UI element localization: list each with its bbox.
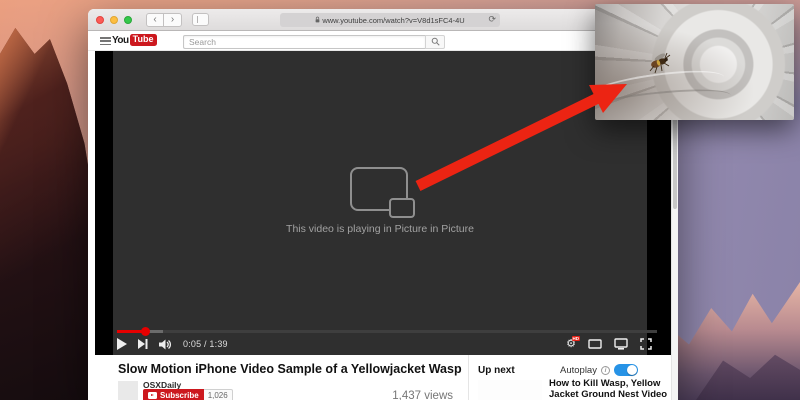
lock-icon (315, 16, 320, 25)
address-bar[interactable]: www.youtube.com/watch?v=V8d1sFC4-4U ⟳ (280, 13, 500, 27)
suggested-video-title[interactable]: How to Kill Wasp, Yellow Jacket Ground N… (549, 378, 671, 400)
progress-bar[interactable] (117, 327, 657, 336)
youtube-logo[interactable]: You Tube (112, 34, 157, 46)
subscribe-logo-icon (148, 392, 157, 399)
close-window-button[interactable] (96, 15, 104, 24)
subscriber-count: 1,026 (203, 389, 233, 400)
subscribe-button[interactable]: Subscribe (143, 389, 204, 400)
suggested-video-thumbnail[interactable] (478, 380, 542, 400)
watch-page-content: Slow Motion iPhone Video Sample of a Yel… (88, 355, 678, 400)
search-box (183, 34, 445, 49)
search-button[interactable] (425, 34, 445, 49)
reload-icon[interactable]: ⟳ (488, 14, 496, 25)
miniplayer-icon[interactable] (588, 339, 602, 349)
sidebar-toggle-button[interactable] (192, 13, 209, 26)
up-next-heading: Up next (478, 365, 515, 376)
video-player[interactable]: This video is playing in Picture in Pict… (95, 51, 672, 355)
back-button[interactable]: ‹ (147, 13, 164, 26)
autoplay-toggle[interactable] (613, 364, 638, 376)
subscribe-row: Subscribe 1,026 (143, 389, 233, 400)
player-controls-left: 0:05 / 1:39 (117, 338, 228, 350)
next-button[interactable] (138, 339, 148, 349)
view-count: 1,437 views (392, 390, 453, 400)
youtube-header: You Tube (88, 31, 678, 51)
player-controls-right: ⚙ HD (566, 335, 652, 350)
video-title: Slow Motion iPhone Video Sample of a Yel… (118, 362, 462, 376)
autoplay-info-icon[interactable]: i (600, 365, 610, 375)
autoplay-row: Autoplay i (560, 364, 638, 376)
volume-button[interactable] (159, 339, 172, 350)
browser-titlebar[interactable]: ‹ › www.youtube.com/watch?v=V8d1sFC4-4U … (88, 9, 678, 31)
pip-status-message: This video is playing in Picture in Pict… (286, 223, 474, 235)
time-display: 0:05 / 1:39 (183, 339, 228, 349)
youtube-logo-tube: Tube (129, 34, 157, 46)
wasp-in-glass (649, 52, 671, 74)
pip-window[interactable] (595, 4, 794, 120)
hd-badge: HD (571, 335, 580, 341)
zoom-window-button[interactable] (124, 15, 132, 24)
play-on-tv-icon[interactable] (614, 338, 628, 350)
sidebar-divider (468, 355, 469, 400)
subscribe-label: Subscribe (160, 391, 199, 400)
search-input[interactable] (183, 34, 425, 49)
search-icon (431, 37, 440, 46)
channel-avatar[interactable] (118, 381, 138, 400)
hamburger-menu-icon[interactable] (100, 37, 111, 45)
forward-button[interactable]: › (164, 14, 181, 26)
play-button[interactable] (117, 338, 127, 350)
browser-window: ‹ › www.youtube.com/watch?v=V8d1sFC4-4U … (88, 9, 678, 400)
url-text: www.youtube.com/watch?v=V8d1sFC4-4U (322, 15, 465, 25)
minimize-window-button[interactable] (110, 15, 118, 24)
video-area[interactable]: This video is playing in Picture in Pict… (113, 51, 647, 355)
autoplay-label: Autoplay (560, 364, 597, 376)
settings-gear-icon[interactable]: ⚙ HD (566, 335, 580, 350)
nav-buttons: ‹ › (146, 12, 182, 27)
pip-placeholder-small-screen-icon (389, 198, 415, 218)
progress-scrubber[interactable] (141, 327, 150, 336)
fullscreen-icon[interactable] (640, 338, 652, 350)
autoplay-toggle-knob (626, 365, 637, 375)
youtube-logo-you: You (112, 34, 129, 46)
desktop: ‹ › www.youtube.com/watch?v=V8d1sFC4-4U … (0, 0, 800, 400)
